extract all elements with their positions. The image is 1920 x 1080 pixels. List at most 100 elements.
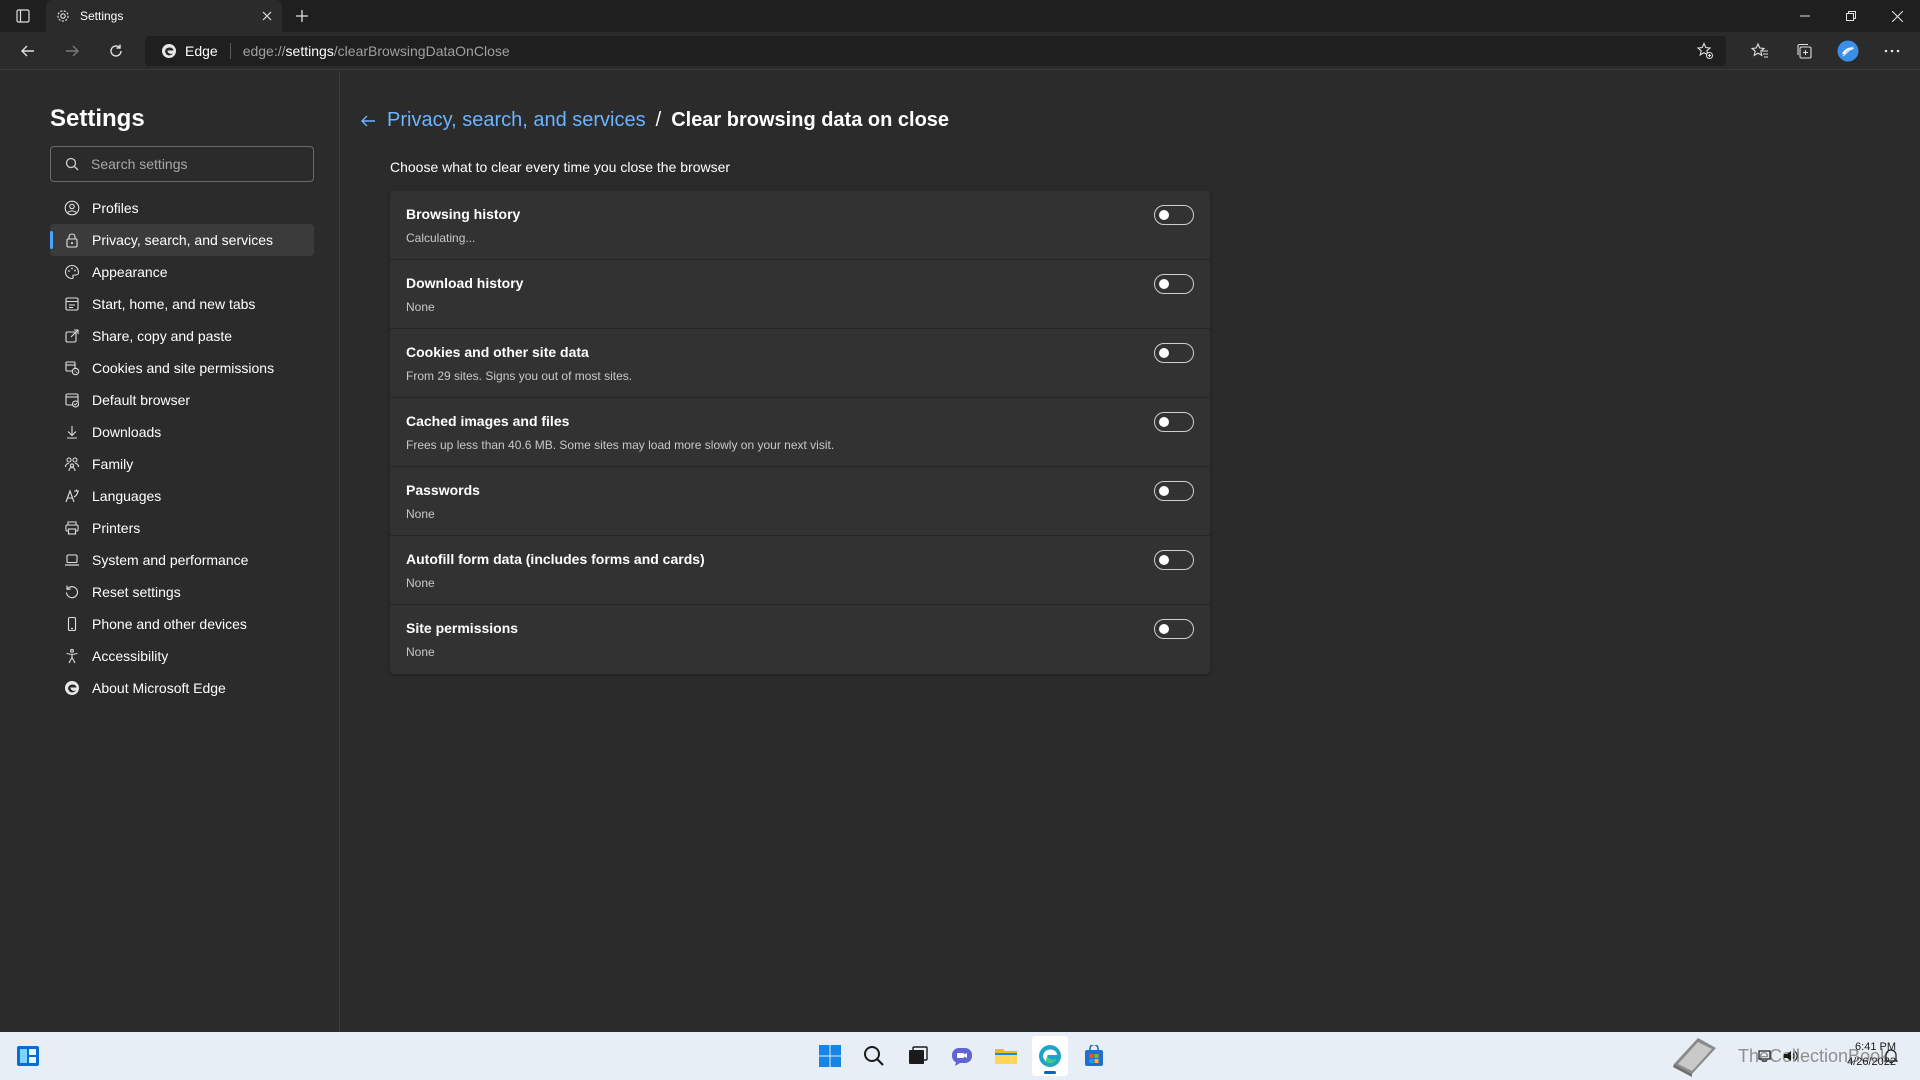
sidebar-item-privacy-search-and-services[interactable]: Privacy, search, and services (50, 224, 314, 256)
close-tab-icon[interactable] (262, 11, 272, 21)
sidebar-item-label: Printers (92, 520, 141, 536)
minimize-button[interactable] (1782, 0, 1828, 32)
address-url[interactable]: edge://settings/clearBrowsingDataOnClose (243, 43, 510, 59)
setting-description: None (406, 507, 435, 521)
toggle-cached-images-and-files[interactable] (1154, 412, 1194, 432)
sidebar-item-label: Downloads (92, 424, 162, 440)
address-divider (229, 43, 231, 59)
network-icon[interactable] (1758, 1048, 1774, 1064)
taskbar-apps (812, 1032, 1112, 1080)
taskbar: TheCollectionBook 6:41 PM 4/26/2022 (0, 1032, 1920, 1080)
edge-logo-icon (64, 680, 80, 696)
tab-title: Settings (80, 9, 124, 23)
back-button[interactable] (6, 32, 50, 70)
edge-taskbar-button[interactable] (1032, 1036, 1068, 1076)
sidebar-item-appearance[interactable]: Appearance (50, 256, 314, 288)
browser-tab[interactable]: Settings (46, 0, 282, 32)
store-icon (1083, 1045, 1105, 1067)
page-title: Clear browsing data on close (671, 109, 950, 131)
restore-button[interactable] (1828, 0, 1874, 32)
sidebar-item-label: Privacy, search, and services (92, 232, 274, 248)
search-icon (65, 157, 79, 171)
setting-title: Cached images and files (406, 413, 570, 429)
sidebar-item-languages[interactable]: Languages (50, 480, 314, 512)
download-icon (64, 424, 80, 440)
back-arrow-icon (20, 43, 36, 59)
collections-icon (1795, 42, 1813, 60)
sidebar-item-profiles[interactable]: Profiles (50, 192, 314, 224)
toggle-cookies-and-other-site-data[interactable] (1154, 343, 1194, 363)
profile-button[interactable] (1826, 32, 1870, 70)
volume-icon[interactable] (1782, 1048, 1798, 1064)
sidebar-item-reset-settings[interactable]: Reset settings (50, 576, 314, 608)
back-arrow-icon[interactable] (359, 113, 377, 129)
sidebar-item-start-home-and-new-tabs[interactable]: Start, home, and new tabs (50, 288, 314, 320)
sidebar-item-label: Start, home, and new tabs (92, 296, 256, 312)
avatar (1837, 40, 1859, 62)
breadcrumb: Privacy, search, and services / Clear br… (359, 109, 949, 132)
refresh-button[interactable] (94, 32, 138, 70)
plus-icon (295, 9, 309, 23)
accessibility-icon (64, 648, 80, 664)
sidebar-item-default-browser[interactable]: Default browser (50, 384, 314, 416)
widgets-icon (16, 1044, 40, 1068)
file-explorer-icon (994, 1044, 1018, 1068)
sidebar-nav: Profiles Privacy, search, and services App… (50, 192, 314, 704)
toggle-browsing-history[interactable] (1154, 205, 1194, 225)
window-controls (1782, 0, 1920, 32)
setting-row-cookies-and-other-site-data: Cookies and other site data From 29 sites… (390, 329, 1210, 398)
setting-title: Download history (406, 275, 524, 291)
setting-description: None (406, 645, 435, 659)
toggle-autofill-form-data-includes-forms-and-cards[interactable] (1154, 550, 1194, 570)
tab-actions-button[interactable] (0, 0, 46, 32)
languages-icon (64, 488, 80, 504)
widgets-button[interactable] (16, 1044, 40, 1068)
lock-icon (64, 232, 80, 248)
sidebar-item-downloads[interactable]: Downloads (50, 416, 314, 448)
chat-icon (950, 1044, 974, 1068)
setting-title: Cookies and other site data (406, 344, 589, 360)
sidebar-item-cookies-and-site-permissions[interactable]: Cookies and site permissions (50, 352, 314, 384)
forward-button[interactable] (50, 32, 94, 70)
laptop-icon (64, 552, 80, 568)
settings-sidebar: Settings Search settings Profiles Privacy… (0, 71, 340, 1032)
close-window-button[interactable] (1874, 0, 1920, 32)
start-button[interactable] (812, 1036, 848, 1076)
toggle-passwords[interactable] (1154, 481, 1194, 501)
restore-icon (1846, 11, 1856, 21)
notifications-icon[interactable] (1884, 1048, 1898, 1064)
chat-button[interactable] (944, 1036, 980, 1076)
sidebar-item-accessibility[interactable]: Accessibility (50, 640, 314, 672)
setting-title: Site permissions (406, 620, 519, 636)
file-explorer-button[interactable] (988, 1036, 1024, 1076)
task-view-button[interactable] (900, 1036, 936, 1076)
refresh-icon (108, 43, 124, 59)
search-input[interactable]: Search settings (50, 146, 314, 182)
collections-button[interactable] (1782, 32, 1826, 70)
sidebar-item-printers[interactable]: Printers (50, 512, 314, 544)
store-button[interactable] (1076, 1036, 1112, 1076)
setting-row-autofill-form-data-includes-forms-and-cards: Autofill form data (includes forms and c… (390, 536, 1210, 605)
browser-toolbar: Edge edge://settings/clearBrowsingDataOn… (0, 32, 1920, 70)
profile-icon (64, 200, 80, 216)
sidebar-item-family[interactable]: Family (50, 448, 314, 480)
reset-icon (64, 584, 80, 600)
sidebar-item-system-and-performance[interactable]: System and performance (50, 544, 314, 576)
breadcrumb-parent-link[interactable]: Privacy, search, and services (387, 109, 646, 132)
clear-data-card: Browsing history Calculating... Download h… (390, 191, 1210, 674)
toggle-site-permissions[interactable] (1154, 619, 1194, 639)
sidebar-item-about-microsoft-edge[interactable]: About Microsoft Edge (50, 672, 314, 704)
sidebar-item-phone-and-other-devices[interactable]: Phone and other devices (50, 608, 314, 640)
new-tab-button[interactable] (282, 0, 322, 32)
address-bar[interactable]: Edge edge://settings/clearBrowsingDataOn… (145, 36, 1726, 66)
sidebar-item-label: Accessibility (92, 648, 169, 664)
toggle-download-history[interactable] (1154, 274, 1194, 294)
settings-more-button[interactable] (1870, 32, 1914, 70)
favorites-button[interactable] (1738, 32, 1782, 70)
sidebar-item-label: Share, copy and paste (92, 328, 233, 344)
minimize-icon (1800, 11, 1810, 21)
sidebar-item-label: Phone and other devices (92, 616, 247, 632)
sidebar-item-share-copy-and-paste[interactable]: Share, copy and paste (50, 320, 314, 352)
add-favorite-icon[interactable] (1696, 42, 1714, 60)
taskbar-search-button[interactable] (856, 1036, 892, 1076)
